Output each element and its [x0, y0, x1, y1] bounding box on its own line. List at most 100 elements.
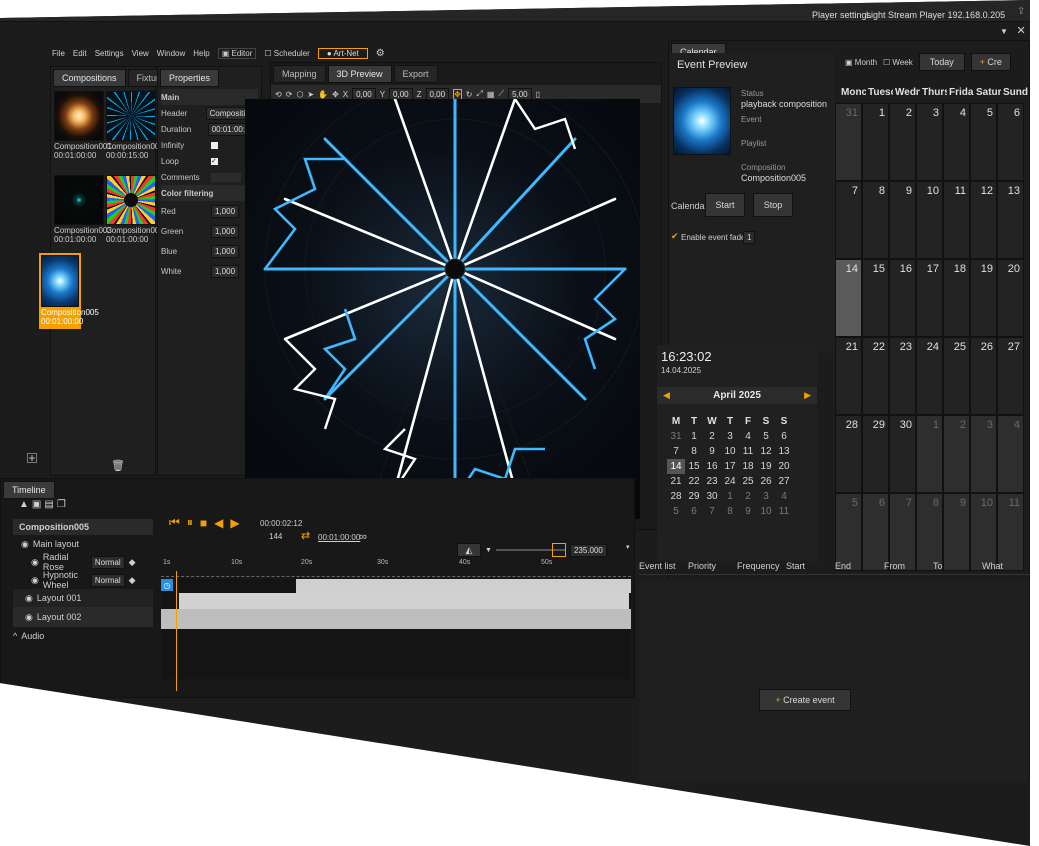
cube-icon[interactable]: ⬡: [296, 90, 303, 99]
mini-calendar-day[interactable]: 26: [757, 474, 775, 489]
timecode[interactable]: 00:00:02:12: [260, 519, 302, 528]
mini-calendar-day[interactable]: 29: [685, 489, 703, 504]
mini-calendar-day[interactable]: 14: [667, 459, 685, 474]
tab-export[interactable]: Export: [393, 65, 438, 83]
menu-view[interactable]: View: [132, 49, 149, 58]
speed-value[interactable]: 235.000: [569, 543, 607, 557]
today-button[interactable]: Today: [918, 53, 965, 71]
mini-calendar-day[interactable]: 23: [703, 474, 721, 489]
end-time[interactable]: 00:01:00:00: [318, 533, 360, 542]
create-event-button[interactable]: + Create event: [759, 689, 851, 711]
keyframe-icon[interactable]: ◆: [129, 557, 136, 568]
layer-row[interactable]: ◉ Radial Rose Normal ◆: [13, 552, 153, 572]
mini-calendar-day[interactable]: 1: [685, 429, 703, 444]
time-ruler[interactable]: 1s 10s 20s 30s 40s 50s: [161, 559, 631, 577]
green-value[interactable]: 1,000: [211, 224, 240, 238]
event-column-header[interactable]: End: [835, 561, 884, 574]
composition-tile[interactable]: Composition001 00:01:00:00: [54, 91, 112, 160]
mini-calendar-day[interactable]: 5: [667, 504, 685, 519]
eye-icon[interactable]: ◉: [21, 539, 29, 550]
clip-radial-rose[interactable]: [296, 579, 631, 593]
mini-calendar-day[interactable]: 17: [721, 459, 739, 474]
expand-icon[interactable]: ^: [13, 631, 17, 641]
mini-calendar-day[interactable]: 11: [775, 504, 793, 519]
play-icon[interactable]: ▶: [230, 515, 239, 530]
calendar-day-cell[interactable]: 28: [835, 415, 862, 493]
calendar-day-cell[interactable]: 3: [970, 415, 997, 493]
mini-calendar-day[interactable]: 24: [721, 474, 739, 489]
delete-icon[interactable]: 🗑: [111, 459, 125, 472]
calendar-day-cell[interactable]: 13: [997, 181, 1024, 259]
calendar-day-cell[interactable]: 8: [916, 493, 943, 571]
calendar-day-cell[interactable]: 9: [889, 181, 916, 259]
mini-calendar-day[interactable]: 9: [739, 504, 757, 519]
artnet-mode-button[interactable]: ● Art-Net: [317, 47, 368, 59]
calendar-day-cell[interactable]: 6: [862, 493, 889, 571]
editor-mode-button[interactable]: ▣ Editor: [217, 47, 257, 59]
calendar-day-cell[interactable]: 26: [970, 337, 997, 415]
clip-layout[interactable]: [161, 609, 631, 629]
calendar-day-cell[interactable]: 11: [943, 181, 970, 259]
calendar-day-cell[interactable]: 9: [943, 493, 970, 571]
mini-calendar-day[interactable]: 31: [667, 429, 685, 444]
playhead[interactable]: [176, 571, 177, 691]
mini-calendar-day[interactable]: 1: [721, 489, 739, 504]
mini-calendar-day[interactable]: 12: [757, 444, 775, 459]
calendar-day-cell[interactable]: 5: [970, 103, 997, 181]
hand-icon[interactable]: ✋: [318, 90, 328, 99]
event-column-header[interactable]: Event list: [639, 561, 688, 574]
calendar-day-cell[interactable]: 12: [970, 181, 997, 259]
menu-window[interactable]: Window: [157, 49, 185, 58]
tab-compositions[interactable]: Compositions: [53, 69, 126, 87]
mini-calendar-day[interactable]: 10: [757, 504, 775, 519]
blend-mode-select[interactable]: Normal: [90, 573, 125, 587]
section-color[interactable]: Color filtering: [161, 185, 258, 201]
copy-icon[interactable]: ❐: [57, 499, 66, 510]
start-button[interactable]: Start: [705, 193, 745, 217]
mini-calendar-day[interactable]: 18: [739, 459, 757, 474]
calendar-day-cell[interactable]: 5: [835, 493, 862, 571]
speed-slider[interactable]: [495, 543, 566, 557]
chart-icon[interactable]: ▲: [19, 499, 29, 510]
calendar-day-cell[interactable]: 1: [916, 415, 943, 493]
image-icon[interactable]: ▣: [32, 499, 41, 510]
calendar-day-cell[interactable]: 25: [943, 337, 970, 415]
mini-calendar-day[interactable]: 13: [775, 444, 793, 459]
tab-properties[interactable]: Properties: [160, 69, 220, 87]
move-icon[interactable]: ✥: [332, 90, 339, 99]
calendar-day-cell[interactable]: 2: [943, 415, 970, 493]
fade-checkbox[interactable]: ✔: [671, 231, 679, 242]
blend-mode-select[interactable]: Normal: [90, 555, 125, 569]
dropdown-icon[interactable]: ▼: [1000, 27, 1008, 36]
menu-edit[interactable]: Edit: [73, 49, 87, 58]
calendar-day-cell[interactable]: 23: [889, 337, 916, 415]
loop-icon[interactable]: ⇄: [301, 529, 310, 542]
layer-row[interactable]: ◉ Layout 001: [13, 589, 153, 607]
layer-row[interactable]: ◉ Hypnotic Wheel Normal ◆: [13, 570, 153, 590]
comments-field[interactable]: [211, 172, 241, 182]
event-column-header[interactable]: Start: [786, 561, 835, 574]
menu-file[interactable]: File: [52, 49, 65, 58]
calendar-day-cell[interactable]: 16: [889, 259, 916, 337]
event-column-header[interactable]: What: [982, 561, 1030, 574]
film-icon[interactable]: ▤: [44, 499, 53, 510]
mini-calendar-day[interactable]: 10: [721, 444, 739, 459]
loop-checkbox[interactable]: ✓: [211, 157, 218, 165]
mini-calendar-day[interactable]: 7: [667, 444, 685, 459]
track-area[interactable]: ◷: [161, 579, 631, 679]
calendar-day-cell[interactable]: 31: [835, 103, 862, 181]
speed-icon[interactable]: ◭: [457, 543, 481, 557]
refresh-icon[interactable]: ↻: [466, 90, 473, 99]
calendar-day-cell[interactable]: 15: [862, 259, 889, 337]
timeline-menu-icon[interactable]: ▾: [626, 543, 630, 551]
event-column-header[interactable]: From: [884, 561, 933, 574]
stop-button[interactable]: Stop: [753, 193, 793, 217]
calendar-day-cell[interactable]: 10: [970, 493, 997, 571]
mini-calendar-day[interactable]: 30: [703, 489, 721, 504]
tab-3d-preview[interactable]: 3D Preview: [327, 65, 392, 83]
scheduler-mode-button[interactable]: ☐ Scheduler: [264, 49, 309, 58]
event-column-header[interactable]: To: [933, 561, 982, 574]
mini-calendar-day[interactable]: 15: [685, 459, 703, 474]
red-value[interactable]: 1,000: [211, 204, 240, 218]
mini-calendar-day[interactable]: 27: [775, 474, 793, 489]
